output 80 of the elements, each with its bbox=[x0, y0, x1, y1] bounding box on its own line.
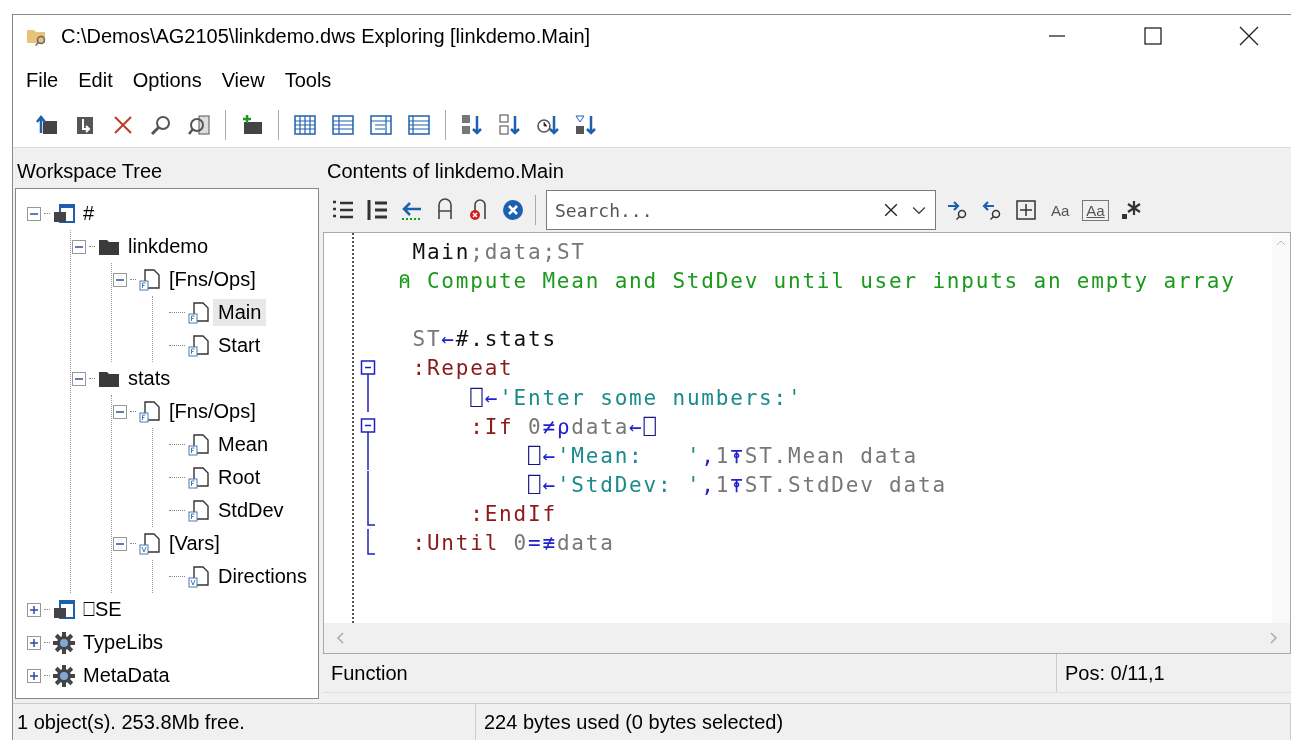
document-icon bbox=[187, 300, 211, 325]
code-line: :If 0≠⍴data←⎕ bbox=[469, 414, 658, 439]
expander-icon[interactable] bbox=[112, 403, 128, 420]
tree-item[interactable]: MetaData bbox=[78, 662, 175, 689]
expander-icon[interactable] bbox=[26, 601, 42, 618]
close-icon[interactable] bbox=[1237, 24, 1261, 48]
document-icon bbox=[138, 399, 162, 424]
window-title: C:\Demos\AG2105\linkdemo.dws Exploring [linkdemo.Main] bbox=[61, 24, 592, 48]
gear-icon bbox=[52, 663, 76, 688]
grid-view-icon[interactable] bbox=[407, 113, 431, 137]
cancel-icon[interactable] bbox=[501, 198, 525, 222]
grid-view-icon[interactable] bbox=[369, 113, 393, 137]
document-icon bbox=[187, 465, 211, 490]
search-box[interactable]: Search... bbox=[546, 190, 936, 230]
tree-item[interactable]: # bbox=[78, 200, 100, 227]
new-folder-icon[interactable] bbox=[240, 113, 264, 137]
sort-alpha-icon[interactable] bbox=[460, 113, 484, 137]
tree-item[interactable]: [Fns/Ops] bbox=[164, 398, 261, 425]
maximize-icon[interactable] bbox=[1141, 24, 1165, 48]
expander-icon[interactable] bbox=[71, 370, 87, 387]
code-line: ⎕←'Mean: ',1⍕ST.Mean data bbox=[527, 443, 918, 468]
whole-word-toggle[interactable]: Aa bbox=[1082, 199, 1109, 221]
tree-item[interactable]: Mean bbox=[213, 431, 274, 458]
document-icon bbox=[187, 432, 211, 457]
expander-icon[interactable] bbox=[26, 634, 42, 651]
code-line: :EndIf bbox=[469, 502, 557, 527]
code-line: :Until 0=≢data bbox=[411, 531, 615, 556]
tree-item[interactable]: [Fns/Ops] bbox=[164, 266, 261, 293]
tree-item[interactable]: ⎕SE bbox=[78, 596, 127, 623]
tree-item[interactable]: StdDev bbox=[213, 497, 289, 524]
expander-icon[interactable] bbox=[112, 271, 128, 288]
panel-title: Contents of linkdemo.Main bbox=[326, 158, 565, 184]
status-text: 224 bytes used (0 bytes selected) bbox=[476, 704, 1291, 740]
sort-type-icon[interactable] bbox=[498, 113, 522, 137]
document-icon bbox=[138, 531, 162, 556]
expander-icon[interactable] bbox=[26, 667, 42, 684]
tree-item[interactable]: Directions bbox=[213, 563, 312, 590]
code-line: ⎕←'Enter some numbers:' bbox=[469, 385, 803, 410]
expander-icon[interactable] bbox=[26, 205, 42, 222]
tree-item[interactable]: Main bbox=[213, 299, 267, 326]
menu-item[interactable]: Options bbox=[123, 64, 211, 96]
tree-item[interactable]: Root bbox=[213, 464, 266, 491]
tree-item[interactable]: stats bbox=[123, 365, 176, 392]
match-case-toggle[interactable]: Aa bbox=[1048, 200, 1073, 220]
plus-box-icon[interactable] bbox=[1014, 198, 1038, 222]
up-arrow-folder-icon[interactable] bbox=[35, 113, 59, 137]
sort-time-icon[interactable] bbox=[536, 113, 560, 137]
search-list-icon[interactable] bbox=[187, 113, 211, 137]
cursor-position: Pos: 0/11,1 bbox=[1056, 654, 1291, 692]
document-icon bbox=[187, 564, 211, 589]
document-icon bbox=[187, 333, 211, 358]
menu-item[interactable]: File bbox=[17, 64, 68, 96]
search-field[interactable]: Search... bbox=[553, 198, 873, 222]
panel-title: Workspace Tree bbox=[16, 158, 164, 184]
tree-item[interactable]: [Vars] bbox=[164, 530, 225, 557]
status-text: Function bbox=[330, 660, 409, 686]
window-icon bbox=[52, 201, 76, 226]
window-icon bbox=[52, 597, 76, 622]
sort-size-icon[interactable] bbox=[574, 113, 598, 137]
code-line: ⍝ Compute Mean and StdDev until user inputs an empty array bbox=[397, 268, 1236, 293]
tree-item[interactable]: linkdemo bbox=[123, 233, 214, 260]
expander-icon[interactable] bbox=[71, 238, 87, 255]
gear-icon bbox=[52, 630, 76, 655]
grid-view-icon[interactable] bbox=[331, 113, 355, 137]
search-icon[interactable] bbox=[149, 113, 173, 137]
tree-item[interactable]: TypeLibs bbox=[78, 629, 169, 656]
code-line: :Repeat bbox=[411, 356, 514, 381]
grid-view-icon[interactable] bbox=[293, 113, 317, 137]
expander-icon[interactable] bbox=[112, 535, 128, 552]
menu-item[interactable]: Edit bbox=[69, 64, 122, 96]
code-line: Main;data;ST bbox=[411, 239, 586, 264]
status-text: 1 object(s). 253.8Mb free. bbox=[13, 704, 476, 740]
list-detail-icon[interactable] bbox=[365, 198, 389, 222]
tree-item[interactable]: Start bbox=[213, 332, 266, 359]
document-icon bbox=[138, 267, 162, 292]
menu-item[interactable]: View bbox=[212, 64, 274, 96]
menu-item[interactable]: Tools bbox=[275, 64, 341, 96]
code-line: ⎕←'StdDev: ',1⍕ST.StdDev data bbox=[527, 473, 947, 498]
document-icon bbox=[187, 498, 211, 523]
code-line: ST←#.stats bbox=[411, 327, 557, 352]
